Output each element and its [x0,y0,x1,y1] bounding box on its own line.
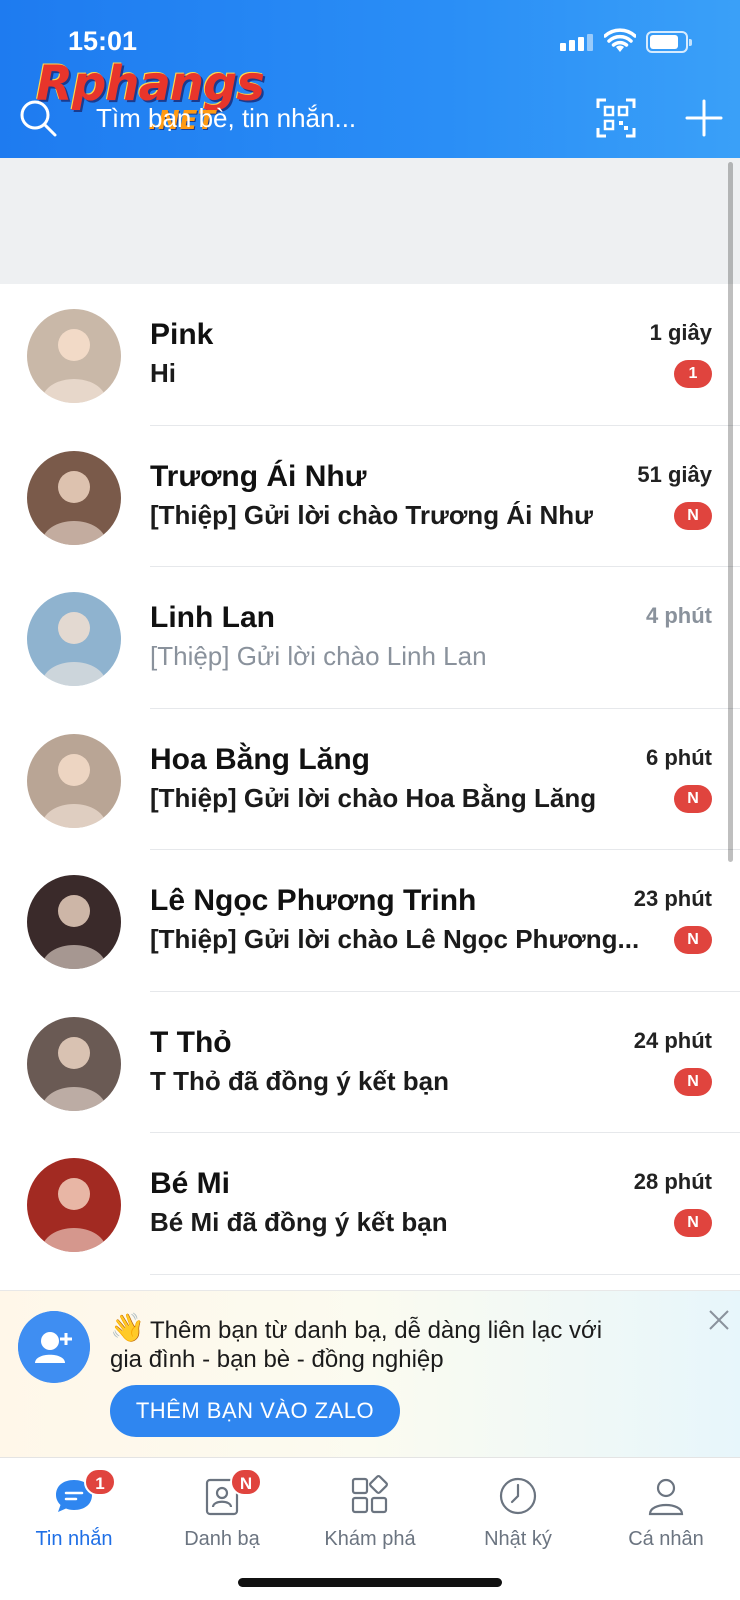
tab-label-profile: Cá nhân [628,1528,704,1550]
search-input[interactable]: Tìm bạn bè, tin nhắn... [96,103,356,134]
avatar-photo [27,1158,121,1252]
conversation-row[interactable]: Pink Hi 1 giây 1 [0,284,740,426]
search-icon[interactable] [18,98,58,138]
avatar[interactable] [27,733,121,828]
wifi-icon [604,28,636,52]
cellular-signal-icon [560,34,593,51]
add-friend-icon [18,1311,90,1383]
unread-badge: 1 [674,360,712,388]
conversation-time: 51 giây [637,461,712,487]
app-header: 15:01 Rphangs .NET Tìm bạn bè, tin nhắn.… [0,0,740,158]
clock-icon [499,1477,537,1515]
conversation-name: Bé Mi [150,1167,231,1200]
tab-label-messages: Tin nhắn [35,1528,113,1550]
conversation-name: T Thỏ [150,1025,232,1059]
unread-badge: N [674,1209,712,1237]
add-friends-button[interactable]: THÊM BẠN VÀO ZALO [110,1385,400,1437]
conversation-time: 28 phút [633,1169,712,1194]
tab-messages[interactable]: 1 Tin nhắn [0,1458,148,1568]
close-icon[interactable] [704,1305,734,1335]
conversation-preview: T Thỏ đã đồng ý kết bạn [150,1065,449,1096]
tab-profile[interactable]: Cá nhân [592,1458,740,1568]
conversation-name: Hoa Bằng Lăng [150,742,371,776]
add-contacts-banner: 👋 Thêm bạn từ danh bạ, dễ dàng liên lạc … [0,1290,740,1457]
plus-icon[interactable] [684,98,724,138]
unread-badge: N [674,501,712,530]
avatar-photo [27,592,121,686]
avatar[interactable] [27,875,121,969]
avatar-photo [27,450,121,545]
avatar[interactable] [27,592,121,686]
conversation-name: Pink [150,318,214,351]
scrollbar[interactable] [728,162,733,862]
conversation-preview: [Thiệp] Gửi lời chào Hoa Bằng Lăng [150,782,597,813]
conversation-row[interactable]: Hoa Bằng Lăng [Thiệp] Gửi lời chào Hoa Bằ… [0,709,740,850]
tab-label-discover: Khám phá [324,1528,416,1550]
qr-code-icon[interactable] [596,98,636,138]
conversation-row[interactable]: Linh Lan [Thiệp] Gửi lời chào Linh Lan 4 p… [0,567,740,709]
banner-line-2: gia đình - bạn bè - đồng nghiệp [110,1346,444,1373]
conversation-preview: [Thiệp] Gửi lời chào Trương Ái Như [150,499,594,530]
grid-icon [351,1475,388,1514]
unread-badge: N [674,1067,712,1096]
conversation-preview: [Thiệp] Gửi lời chào Linh Lan [150,641,487,671]
tab-badge-messages: 1 [84,1468,116,1496]
pinned-area [0,158,740,284]
conversation-name: Linh Lan [150,601,275,634]
conversation-name: Trương Ái Như [150,459,367,493]
conversation-preview: [Thiệp] Gửi lời chào Lê Ngọc Phương... [150,924,640,954]
avatar[interactable] [27,1158,121,1252]
avatar-photo [27,733,121,828]
conversation-time: 24 phút [633,1027,712,1053]
conversation-row[interactable]: Lê Ngọc Phương Trinh [Thiệp] Gửi lời chào… [0,850,740,992]
wave-emoji: 👋 [110,1312,145,1343]
avatar[interactable] [27,1016,121,1111]
tab-timeline[interactable]: Nhật ký [444,1458,592,1568]
home-indicator [238,1578,502,1587]
banner-line-1: Thêm bạn từ danh bạ, dễ dàng liên lạc vớ… [150,1317,603,1344]
person-icon [648,1478,684,1516]
conversation-preview: Hi [150,358,176,388]
unread-badge: N [674,926,712,954]
tab-label-contacts: Danh bạ [184,1528,260,1550]
avatar[interactable] [27,450,121,545]
tab-label-timeline: Nhật ký [484,1528,552,1550]
avatar-photo [27,1016,121,1111]
tab-discover[interactable]: Khám phá [296,1458,444,1568]
conversation-time: 1 giây [649,320,712,345]
status-time: 15:01 [68,26,138,56]
battery-icon [646,31,692,53]
tab-badge-contacts: N [230,1468,262,1496]
conversation-time: 6 phút [646,744,712,770]
avatar[interactable] [27,309,121,403]
conversation-list: Pink Hi 1 giây 1 Trương Ái Như [Thiệp] Gửi lờ… [0,284,740,1275]
conversation-name: Lê Ngọc Phương Trinh [150,884,477,917]
unread-badge: N [674,784,712,813]
conversation-time: 4 phút [646,603,712,628]
conversation-time: 23 phút [633,886,712,911]
tab-contacts[interactable]: N Danh bạ [148,1458,296,1568]
avatar-photo [27,875,121,969]
conversation-row[interactable]: Bé Mi Bé Mi đã đồng ý kết bạn 28 phút N [0,1133,740,1275]
conversation-preview: Bé Mi đã đồng ý kết bạn [150,1207,448,1237]
conversation-row[interactable]: Trương Ái Như [Thiệp] Gửi lời chào Trương… [0,426,740,567]
divider [150,1273,740,1275]
conversation-row[interactable]: T Thỏ T Thỏ đã đồng ý kết bạn 24 phút N [0,992,740,1133]
avatar-photo [27,309,121,403]
